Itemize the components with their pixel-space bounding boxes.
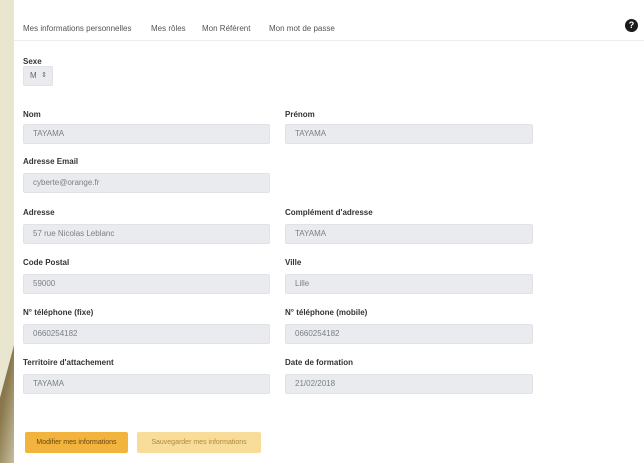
date-formation-label: Date de formation — [285, 358, 354, 367]
ville-input[interactable]: Lille — [285, 274, 533, 294]
complement-input[interactable]: TAYAMA — [285, 224, 533, 244]
adresse-label: Adresse — [23, 208, 55, 217]
tab-personal-info[interactable]: Mes informations personnelles — [23, 24, 132, 33]
prenom-label: Prénom — [285, 110, 315, 119]
territoire-input[interactable]: TAYAMA — [23, 374, 270, 394]
save-info-button[interactable]: Sauvegarder mes informations — [137, 432, 261, 453]
tab-bar: Mes informations personnelles Mes rôles … — [14, 0, 644, 41]
nom-input[interactable]: TAYAMA — [23, 124, 270, 144]
email-input[interactable]: cyberte@orange.fr — [23, 173, 270, 193]
adresse-input[interactable]: 57 rue Nicolas Leblanc — [23, 224, 270, 244]
profile-panel: Mes informations personnelles Mes rôles … — [14, 0, 644, 463]
territoire-label: Territoire d'attachement — [23, 358, 114, 367]
sexe-value: M — [30, 71, 37, 80]
modify-info-button[interactable]: Modifier mes informations — [25, 432, 128, 453]
tel-fixe-input[interactable]: 0660254182 — [23, 324, 270, 344]
tab-referent[interactable]: Mon Référent — [202, 24, 250, 33]
tel-mobile-label: N° téléphone (mobile) — [285, 308, 368, 317]
help-icon[interactable]: ? — [625, 19, 638, 32]
prenom-input[interactable]: TAYAMA — [285, 124, 533, 144]
sexe-label: Sexe — [23, 57, 42, 66]
code-postal-input[interactable]: 59000 — [23, 274, 270, 294]
select-arrows-icon: ⇕ — [41, 72, 47, 79]
date-formation-input[interactable]: 21/02/2018 — [285, 374, 533, 394]
tel-mobile-input[interactable]: 0660254182 — [285, 324, 533, 344]
code-postal-label: Code Postal — [23, 258, 70, 267]
email-label: Adresse Email — [23, 157, 79, 166]
nom-label: Nom — [23, 110, 41, 119]
complement-label: Complément d'adresse — [285, 208, 373, 217]
ville-label: Ville — [285, 258, 302, 267]
tel-fixe-label: N° téléphone (fixe) — [23, 308, 94, 317]
sexe-select[interactable]: M ⇕ — [23, 66, 53, 86]
tab-roles[interactable]: Mes rôles — [151, 24, 186, 33]
tab-password[interactable]: Mon mot de passe — [269, 24, 335, 33]
